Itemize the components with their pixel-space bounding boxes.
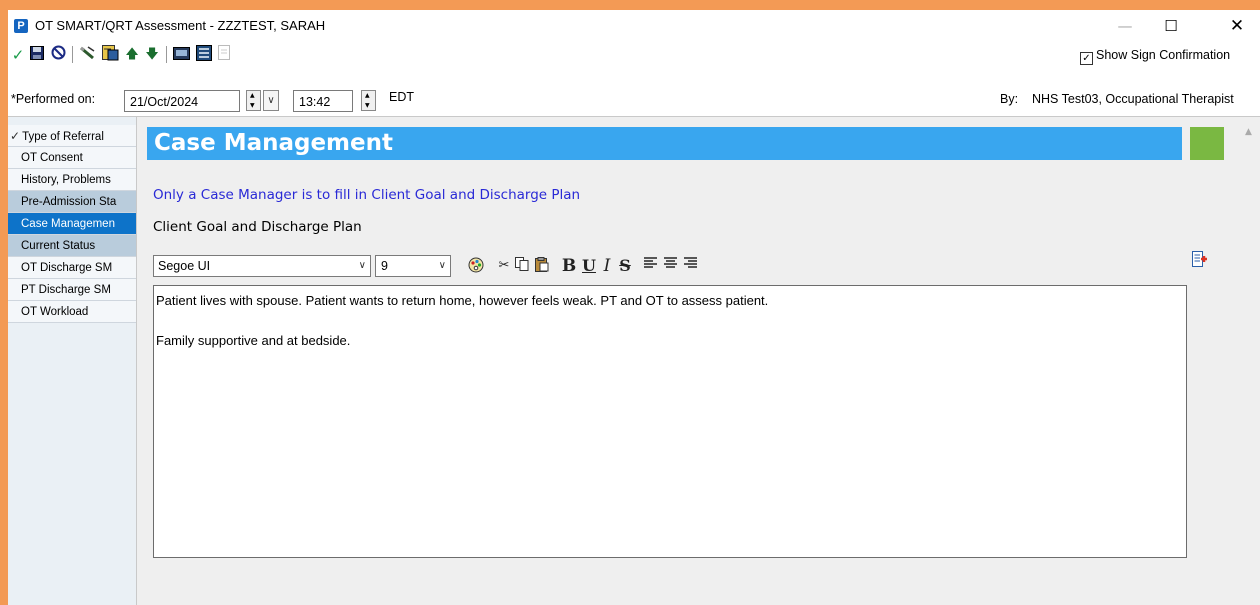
chevron-down-icon: ∨: [358, 260, 366, 271]
title-bar: P OT SMART/QRT Assessment - ZZZTEST, SAR…: [8, 10, 1260, 42]
sidebar-item-ot-workload[interactable]: OT Workload: [8, 301, 136, 323]
completed-check-icon: ✓: [10, 129, 21, 143]
bold-icon[interactable]: B: [561, 257, 577, 275]
italic-icon[interactable]: I: [600, 257, 614, 275]
minimize-button[interactable]: —: [1102, 10, 1148, 42]
edit-pencil-icon[interactable]: [78, 45, 98, 65]
app-icon: P: [14, 19, 28, 33]
show-sign-confirmation-checkbox[interactable]: ✓ Show Sign Confirmation: [1080, 48, 1230, 65]
status-indicator: [1190, 127, 1224, 160]
toolbar-separator: [72, 46, 73, 63]
toolbar-separator: [166, 46, 167, 63]
sidebar-item-label: Case Managemen: [21, 218, 115, 230]
arrow-down-icon[interactable]: 🡇: [144, 45, 160, 65]
sidebar-item-label: OT Workload: [21, 306, 89, 318]
date-dropdown-button[interactable]: ∨: [263, 90, 279, 111]
sidebar-item-pt-discharge[interactable]: PT Discharge SM: [8, 279, 136, 301]
timezone-label: EDT: [389, 90, 414, 104]
case-manager-notice: Only a Case Manager is to fill in Client…: [153, 187, 581, 203]
align-left-icon[interactable]: [643, 257, 659, 275]
performed-row: *Performed on: 21/Oct/2024 ∨ 13:42 EDT B…: [8, 68, 1260, 117]
sidebar-item-label: OT Consent: [21, 152, 83, 164]
cancel-icon[interactable]: [49, 45, 67, 65]
underline-icon[interactable]: U: [581, 257, 597, 275]
performed-on-label: *Performed on:: [11, 92, 96, 106]
calculator-icon[interactable]: [171, 45, 191, 65]
sidebar-item-label: PT Discharge SM: [21, 284, 111, 296]
form-toolbar: ✓ 🡅 🡇 ✓ Show Sign Confirmation: [8, 42, 1260, 68]
form-browser-icon[interactable]: [100, 45, 120, 65]
client-goal-editor[interactable]: Patient lives with spouse. Patient wants…: [153, 285, 1187, 558]
close-button[interactable]: ✕: [1214, 10, 1260, 42]
chevron-down-icon: ∨: [438, 260, 446, 271]
sidebar-item-case-management[interactable]: Case Managemen: [8, 213, 136, 235]
sidebar-item-label: Pre-Admission Sta: [21, 196, 117, 208]
performed-date-field[interactable]: 21/Oct/2024: [124, 90, 240, 112]
client-goal-label: Client Goal and Discharge Plan: [153, 219, 362, 235]
align-right-icon[interactable]: [683, 257, 699, 275]
checkbox-check-icon: ✓: [1080, 52, 1093, 65]
insert-text-icon[interactable]: [1192, 251, 1208, 269]
performed-time-field[interactable]: 13:42: [293, 90, 353, 112]
section-sidebar: ✓ Type of Referral OT Consent History, Pr…: [8, 117, 137, 605]
date-spinner[interactable]: [246, 90, 261, 111]
scroll-up-icon[interactable]: ▲: [1245, 127, 1252, 137]
sidebar-item-label: OT Discharge SM: [21, 262, 113, 274]
sidebar-item-current-status[interactable]: Current Status: [8, 235, 136, 257]
show-sign-confirmation-label: Show Sign Confirmation: [1096, 48, 1231, 62]
by-label: By:: [1000, 92, 1019, 106]
font-size-select[interactable]: 9 ∨: [375, 255, 451, 277]
editor-line: Family supportive and at bedside.: [156, 333, 351, 348]
cut-icon[interactable]: ✂: [496, 257, 512, 275]
color-palette-icon[interactable]: [467, 257, 485, 275]
section-banner: Case Management: [147, 127, 1182, 160]
copy-icon[interactable]: [514, 257, 530, 275]
window-title: OT SMART/QRT Assessment - ZZZTEST, SARAH: [35, 18, 326, 33]
reference-icon[interactable]: [194, 45, 214, 65]
section-title: Case Management: [154, 130, 393, 156]
maximize-button[interactable]: ☐: [1148, 10, 1194, 42]
sidebar-item-label: Current Status: [21, 240, 96, 252]
strikethrough-icon[interactable]: S: [617, 257, 633, 275]
sidebar-item-pre-admission[interactable]: Pre-Admission Sta: [8, 191, 136, 213]
time-spinner[interactable]: [361, 90, 376, 111]
section-content: Case Management ▲ Only a Case Manager is…: [137, 117, 1260, 605]
paste-icon[interactable]: [534, 257, 550, 275]
print-icon[interactable]: [216, 45, 234, 65]
performed-by-value: NHS Test03, Occupational Therapist: [1032, 92, 1234, 106]
sidebar-item-ot-discharge[interactable]: OT Discharge SM: [8, 257, 136, 279]
sidebar-item-label: History, Problems: [21, 174, 111, 186]
align-center-icon[interactable]: [663, 257, 679, 275]
sidebar-item-label: Type of Referral: [22, 131, 104, 143]
sign-check-icon[interactable]: ✓: [10, 45, 26, 65]
save-icon[interactable]: [28, 45, 46, 65]
assessment-window: P OT SMART/QRT Assessment - ZZZTEST, SAR…: [8, 10, 1260, 605]
editor-line: Patient lives with spouse. Patient wants…: [156, 293, 769, 308]
font-family-value: Segoe UI: [158, 259, 211, 273]
font-family-select[interactable]: Segoe UI ∨: [153, 255, 371, 277]
arrow-up-icon[interactable]: 🡅: [124, 45, 140, 65]
sidebar-item-history-problems[interactable]: History, Problems: [8, 169, 136, 191]
sidebar-item-type-of-referral[interactable]: ✓ Type of Referral: [8, 125, 136, 147]
font-size-value: 9: [381, 259, 388, 273]
sidebar-item-ot-consent[interactable]: OT Consent: [8, 147, 136, 169]
